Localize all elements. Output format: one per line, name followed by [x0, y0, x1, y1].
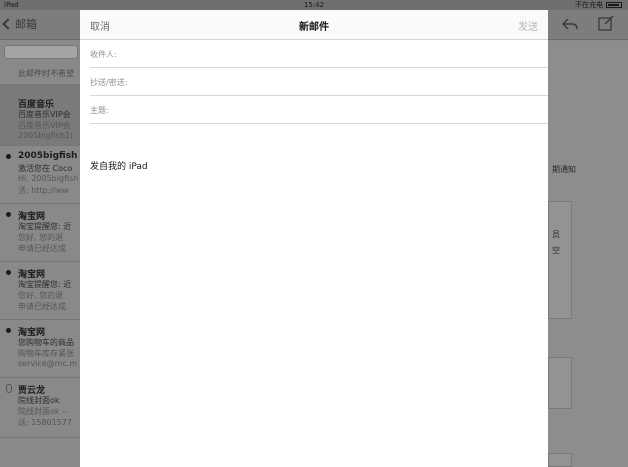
compose-nav-bar: 取消 新邮件 发送	[80, 10, 548, 40]
compose-icon	[598, 15, 614, 31]
mail-item: 2005bigfish 激活您在 Coco Hi, 2005bigfish 活:…	[0, 151, 80, 207]
detail-text: 员	[552, 230, 560, 239]
divider	[0, 319, 80, 320]
chevron-left-icon	[2, 18, 14, 30]
mailbox-back-button: 邮箱	[2, 16, 37, 32]
mail-item: 贾云龙 院线封面ok 院线封面ok -- 话: 15801577	[0, 383, 80, 439]
cc-bcc-input[interactable]	[150, 74, 540, 90]
mail-subject: 激活您在 Coco	[18, 164, 73, 173]
mail-preview: service@mc.m	[18, 359, 78, 368]
mail-subject: 淘宝提醒您: 近	[18, 280, 72, 289]
detail-content-box	[548, 201, 572, 319]
mail-body-editor[interactable]: 发自我的 iPad	[90, 150, 538, 460]
divider	[0, 377, 80, 378]
mail-list-pane: 此邮件时不希望 百度音乐 百度音乐VIP会 百度音乐VIP会 2005bigfi…	[0, 41, 80, 467]
mail-preview: 2005bigfish1(	[18, 131, 74, 140]
status-bar: iPad 15:42 不在充电	[0, 0, 628, 10]
detail-text: 空	[552, 246, 560, 255]
subject-input[interactable]	[124, 102, 514, 118]
mail-preview: 申请已经达成	[18, 244, 66, 253]
mail-preview: 院线封面ok --	[18, 407, 68, 416]
divider	[0, 261, 80, 262]
mail-preview: Hi, 2005bigfish	[18, 174, 79, 183]
mail-item: 淘宝网 您购物车的商品 购物车库存紧张 service@mc.m	[0, 325, 80, 381]
paperclip-icon	[6, 384, 12, 393]
detail-content-box	[548, 453, 572, 467]
list-notice: 此邮件时不希望	[18, 69, 74, 78]
cc-field-row: 抄送/密送:	[90, 68, 548, 96]
signature-text: 发自我的 iPad	[90, 162, 148, 172]
detail-content-box	[548, 357, 572, 409]
unread-dot-icon	[6, 154, 11, 159]
unread-dot-icon	[6, 212, 11, 217]
mail-preview: 百度音乐VIP会	[18, 121, 71, 130]
mail-detail-pane: 期通知 员 空	[548, 41, 628, 467]
mail-item: 百度音乐 百度音乐VIP会 百度音乐VIP会 2005bigfish1(	[0, 85, 80, 145]
mail-item: 淘宝网 淘宝提醒您: 近 您好, 您的退 申请已经达成	[0, 209, 80, 265]
mail-preview: 申请已经达成	[18, 302, 66, 311]
to-label: 收件人:	[90, 50, 117, 59]
mail-subject: 淘宝提醒您: 近	[18, 222, 72, 231]
divider	[0, 437, 80, 438]
unread-dot-icon	[6, 328, 11, 333]
mail-preview: 购物车库存紧张	[18, 349, 74, 358]
mail-item: 淘宝网 淘宝提醒您: 近 您好, 您的退 申请已经达成	[0, 267, 80, 323]
clock: 15:42	[303, 1, 325, 9]
mail-preview: 活: http://ww	[18, 186, 69, 195]
mail-subject: 院线封面ok	[18, 396, 60, 405]
mail-preview: 话: 15801577	[18, 418, 72, 427]
mail-sender: 2005bigfish	[18, 151, 78, 161]
search-box	[4, 45, 78, 59]
battery-icon	[606, 2, 622, 8]
back-button-label: 邮箱	[15, 18, 37, 31]
subject-field-row: 主题:	[90, 96, 548, 124]
detail-text: 期通知	[552, 165, 576, 174]
to-input[interactable]	[140, 46, 530, 62]
charging-status-text: 不在充电	[575, 1, 603, 9]
compose-title: 新邮件	[299, 22, 329, 33]
mail-subject: 您购物车的商品	[18, 338, 74, 347]
divider	[0, 203, 80, 204]
reply-icon	[562, 18, 578, 30]
mail-preview: 您好, 您的退	[18, 291, 64, 300]
subject-label: 主题:	[90, 106, 109, 115]
divider	[0, 145, 80, 146]
battery-status: 不在充电	[575, 0, 622, 10]
unread-dot-icon	[6, 270, 11, 275]
cc-bcc-label: 抄送/密送:	[90, 78, 128, 87]
mail-subject: 百度音乐VIP会	[18, 110, 71, 119]
mail-preview: 您好, 您的退	[18, 233, 64, 242]
to-field-row: 收件人:	[90, 40, 548, 68]
compose-mail-modal: 取消 新邮件 发送 收件人: 抄送/密送: 主题: 发自我的 iPad	[80, 10, 548, 467]
send-button[interactable]: 发送	[518, 18, 538, 33]
